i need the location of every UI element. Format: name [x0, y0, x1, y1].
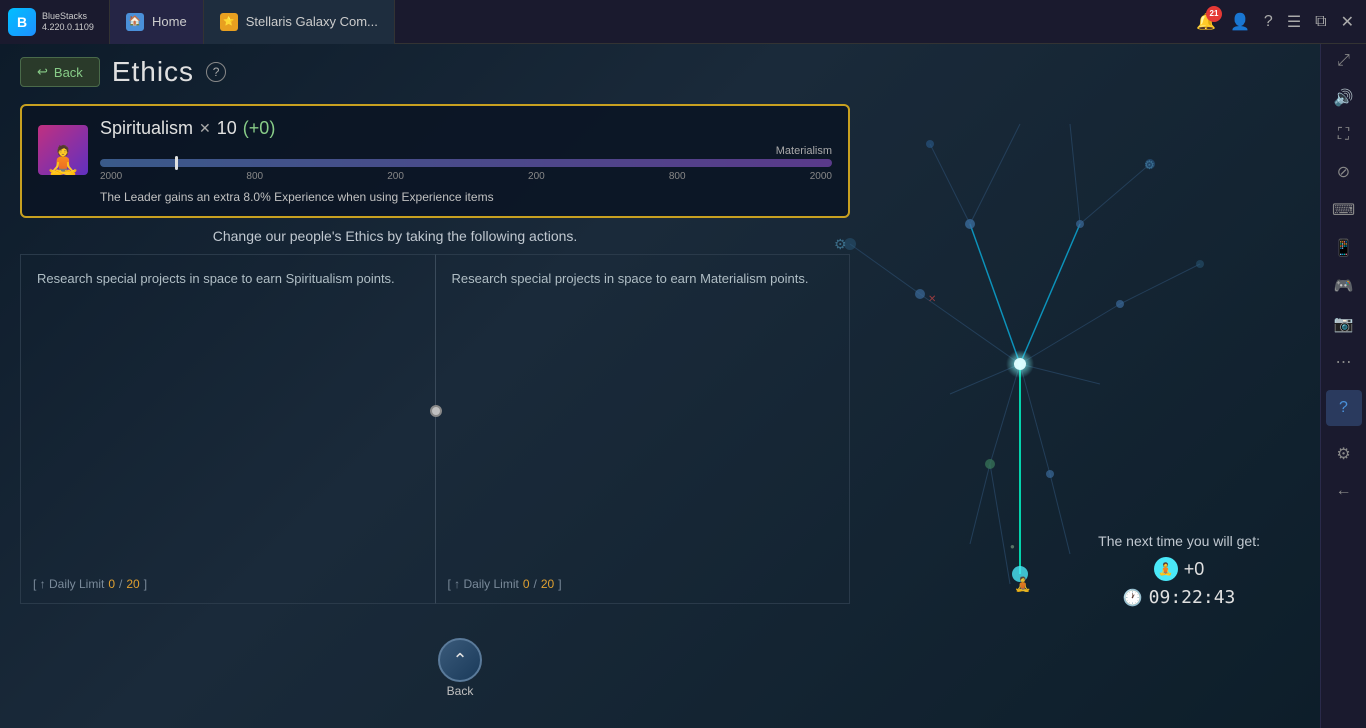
slider-title: Spiritualism ✕ 10 (+0)	[100, 118, 832, 139]
svg-text:●: ●	[1010, 542, 1015, 551]
slider-value: 10	[217, 118, 237, 139]
daily-limit-right-separator: /	[534, 577, 537, 591]
sidebar-expand-icon[interactable]: ⤢	[1337, 52, 1350, 70]
daily-limit-separator: /	[119, 577, 122, 591]
svg-text:⚙: ⚙	[1144, 158, 1155, 172]
sidebar-keyboard-icon[interactable]: ⌨	[1332, 200, 1355, 220]
points-row: 🧘 +0	[1098, 557, 1260, 581]
header-area: ↩ Back Ethics ?	[0, 44, 1320, 96]
page-title: Ethics	[112, 56, 194, 88]
sidebar-slash-icon[interactable]: ⊘	[1337, 162, 1350, 182]
action-divider-dot	[430, 405, 442, 417]
slider-ticks: 2000 800 200 200 800 2000	[100, 171, 832, 182]
slider-labels: Materialism	[100, 145, 832, 157]
points-icon: 🧘	[1154, 557, 1178, 581]
action-right-text: Research special projects in space to ea…	[452, 269, 834, 289]
svg-text:⚙: ⚙	[834, 236, 847, 252]
tick-800-left: 800	[246, 171, 263, 182]
daily-limit-right-current: 0	[523, 577, 530, 591]
close-icon-titlebar[interactable]: ✕	[1341, 12, 1354, 32]
title-bar: B BlueStacks 4.220.0.1109 🏠 Home ⭐ Stell…	[0, 0, 1366, 44]
daily-limit-left-current: 0	[108, 577, 115, 591]
daily-limit-right-label: [ ↑ Daily Limit	[448, 577, 519, 591]
avatar-figure: 🧘	[46, 147, 81, 175]
daily-limit-left-max: 20	[126, 577, 139, 591]
help-icon-titlebar[interactable]: ?	[1264, 13, 1273, 31]
home-tab-icon: 🏠	[126, 13, 144, 31]
back-arrow-icon: ↩	[37, 64, 48, 80]
daily-limit-right-max: 20	[541, 577, 554, 591]
tick-2000-right: 2000	[810, 171, 832, 182]
action-left-text: Research special projects in space to ea…	[37, 269, 419, 289]
center-back-area: ⌃ Back	[438, 638, 482, 698]
slider-bonus: (+0)	[243, 118, 276, 139]
tab-game[interactable]: ⭐ Stellaris Galaxy Com...	[204, 0, 395, 44]
slider-right-label: Materialism	[776, 145, 832, 157]
back-circle-icon: ⌃	[452, 650, 467, 671]
points-value: +0	[1184, 559, 1205, 580]
ethics-description: The Leader gains an extra 8.0% Experienc…	[38, 190, 832, 204]
sidebar-settings-icon[interactable]: ⚙	[1336, 444, 1350, 464]
timer-row: 🕐 09:22:43	[1098, 587, 1260, 608]
daily-limit-left: [ ↑ Daily Limit 0 / 20 ]	[33, 577, 147, 591]
notification-bell[interactable]: 🔔 21	[1196, 12, 1216, 32]
ethics-card-top: 🧘 Spiritualism ✕ 10 (+0) Materialism 200	[38, 118, 832, 182]
action-left: Research special projects in space to ea…	[20, 254, 435, 604]
right-sidebar: ⤢ 🔊 ⛶ ⊘ ⌨ 📱 🎮 📷 ⋯ ? ⚙ ←	[1320, 44, 1366, 728]
sidebar-fullscreen-icon[interactable]: ⛶	[1338, 126, 1349, 144]
tick-200-right: 200	[528, 171, 545, 182]
back-circle-button[interactable]: ⌃	[438, 638, 482, 682]
slider-track[interactable]	[100, 159, 832, 167]
tick-800-right: 800	[669, 171, 686, 182]
daily-limit-right: [ ↑ Daily Limit 0 / 20 ]	[448, 577, 562, 591]
sidebar-gamepad-icon[interactable]: 🎮	[1334, 276, 1354, 296]
slider-section: Spiritualism ✕ 10 (+0) Materialism 2000 …	[100, 118, 832, 182]
help-icon-page[interactable]: ?	[206, 62, 226, 82]
restore-icon[interactable]: ⧉	[1315, 13, 1326, 31]
change-description: Change our people's Ethics by taking the…	[20, 228, 770, 244]
ethics-card: 🧘 Spiritualism ✕ 10 (+0) Materialism 200	[20, 104, 850, 218]
slider-name: Spiritualism	[100, 118, 193, 139]
sidebar-back-icon[interactable]: ←	[1336, 482, 1352, 500]
timer-icon: 🕐	[1123, 588, 1143, 608]
slider-cross: ✕	[199, 120, 211, 137]
logo-icon: B	[8, 8, 36, 36]
daily-limit-right-suffix: ]	[558, 577, 561, 591]
title-bar-controls: 🔔 21 👤 ? ☰ ⧉ ✕	[1196, 12, 1366, 32]
daily-limit-left-suffix: ]	[144, 577, 147, 591]
logo-text: BlueStacks 4.220.0.1109	[42, 11, 94, 33]
bluestacks-logo: B BlueStacks 4.220.0.1109	[0, 0, 110, 44]
sidebar-help-icon[interactable]: ?	[1326, 390, 1362, 426]
ethics-avatar: 🧘	[38, 125, 88, 175]
sidebar-camera-icon[interactable]: 📷	[1334, 314, 1354, 334]
back-button-label: Back	[54, 65, 83, 80]
back-button-header[interactable]: ↩ Back	[20, 57, 100, 87]
sidebar-volume-icon[interactable]: 🔊	[1334, 88, 1354, 108]
svg-text:🧘: 🧘	[1014, 576, 1031, 593]
svg-text:✕: ✕	[928, 294, 936, 305]
user-icon[interactable]: 👤	[1230, 12, 1250, 32]
menu-icon[interactable]: ☰	[1287, 12, 1301, 32]
game-tab-label: Stellaris Galaxy Com...	[246, 14, 378, 29]
sidebar-phone-icon[interactable]: 📱	[1334, 238, 1354, 258]
sidebar-more-icon[interactable]: ⋯	[1336, 352, 1352, 372]
home-tab-label: Home	[152, 14, 187, 29]
tick-2000-left: 2000	[100, 171, 122, 182]
next-time-panel: The next time you will get: 🧘 +0 🕐 09:22…	[1098, 533, 1260, 608]
timer-value: 09:22:43	[1149, 587, 1236, 608]
action-right: Research special projects in space to ea…	[435, 254, 851, 604]
tab-home[interactable]: 🏠 Home	[110, 0, 204, 44]
game-tab-icon: ⭐	[220, 13, 238, 31]
daily-limit-left-label: [ ↑ Daily Limit	[33, 577, 104, 591]
next-time-label: The next time you will get:	[1098, 533, 1260, 549]
tick-200-left: 200	[387, 171, 404, 182]
actions-container: Research special projects in space to ea…	[20, 254, 850, 604]
main-content: ⚙ ⚙ 🧘 ✕ ● ↩ Back Ethics ? 🧘 Spiritualism…	[0, 44, 1320, 728]
notification-count: 21	[1206, 6, 1222, 22]
slider-thumb	[175, 156, 178, 170]
back-circle-label: Back	[447, 684, 474, 698]
